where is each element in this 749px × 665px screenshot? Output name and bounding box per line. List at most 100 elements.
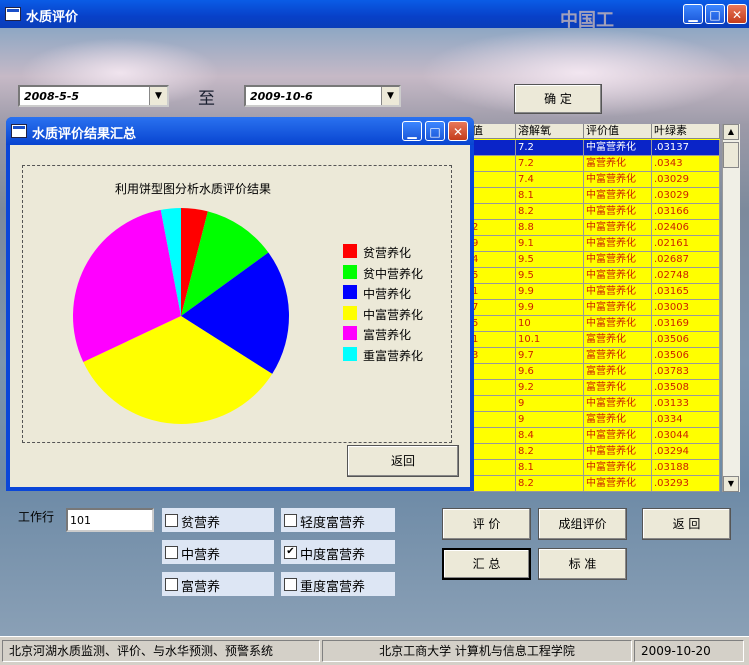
table-cell[interactable]: 7.2 xyxy=(516,140,584,156)
table-cell[interactable]: 中富营养化 xyxy=(584,428,652,444)
dialog-return-button[interactable]: 返回 xyxy=(347,445,459,477)
table-cell[interactable] xyxy=(470,204,516,220)
table-cell[interactable]: 9.7 xyxy=(516,348,584,364)
back-button[interactable]: 返 回 xyxy=(642,508,731,540)
table-row[interactable]: 1 10.1 富营养化 .03506 xyxy=(470,332,720,348)
table-cell[interactable]: 中富营养化 xyxy=(584,252,652,268)
table-cell[interactable] xyxy=(470,364,516,380)
table-cell[interactable]: .03029 xyxy=(652,188,720,204)
table-cell[interactable]: 中富营养化 xyxy=(584,204,652,220)
date-from-combo[interactable]: 2008-5-5 ▼ xyxy=(18,85,169,107)
table-row[interactable]: 8.2 中富营养化 .03166 xyxy=(470,204,720,220)
checkbox-box[interactable] xyxy=(284,578,297,591)
table-cell[interactable]: 富营养化 xyxy=(584,380,652,396)
table-row[interactable]: 2 8.8 中富营养化 .02406 xyxy=(470,220,720,236)
table-cell[interactable]: 中富营养化 xyxy=(584,172,652,188)
table-cell[interactable]: 9.2 xyxy=(516,380,584,396)
close-icon[interactable]: ✕ xyxy=(727,4,747,24)
table-cell[interactable]: 7.4 xyxy=(516,172,584,188)
checkbox-poor-nutrient[interactable]: 贫营养 xyxy=(162,508,274,532)
table-cell[interactable]: 8.1 xyxy=(516,460,584,476)
table-cell[interactable]: 中富营养化 xyxy=(584,284,652,300)
table-cell[interactable]: .03044 xyxy=(652,428,720,444)
table-row[interactable]: 5 10 中富营养化 .03169 xyxy=(470,316,720,332)
chevron-down-icon[interactable]: ▼ xyxy=(149,87,167,105)
table-cell[interactable]: .03506 xyxy=(652,348,720,364)
arrow-up-icon[interactable]: ▲ xyxy=(723,124,739,140)
table-row[interactable]: 4 9.5 中富营养化 .02687 xyxy=(470,252,720,268)
table-cell[interactable]: 富营养化 xyxy=(584,332,652,348)
table-cell[interactable]: 富营养化 xyxy=(584,412,652,428)
table-cell[interactable]: .03003 xyxy=(652,300,720,316)
checkbox-moderate-eutrophic[interactable]: ✔ 中度富营养 xyxy=(281,540,395,564)
table-row[interactable]: 9 9.1 中富营养化 .02161 xyxy=(470,236,720,252)
maximize-icon[interactable]: □ xyxy=(425,121,445,141)
table-cell[interactable]: .02161 xyxy=(652,236,720,252)
table-cell[interactable]: 中富营养化 xyxy=(584,476,652,492)
table-cell[interactable]: 9 xyxy=(516,412,584,428)
table-cell[interactable]: .03188 xyxy=(652,460,720,476)
close-icon[interactable]: ✕ xyxy=(448,121,468,141)
checkbox-box[interactable] xyxy=(165,514,178,527)
group-evaluate-button[interactable]: 成组评价 xyxy=(538,508,627,540)
table-cell[interactable] xyxy=(470,156,516,172)
table-cell[interactable]: 9.9 xyxy=(516,300,584,316)
table-cell[interactable]: 5 xyxy=(470,268,516,284)
table-cell[interactable]: 中富营养化 xyxy=(584,300,652,316)
table-cell[interactable] xyxy=(470,428,516,444)
standard-button[interactable]: 标 准 xyxy=(538,548,627,580)
table-cell[interactable]: .02687 xyxy=(652,252,720,268)
checkbox-box[interactable] xyxy=(165,546,178,559)
table-cell[interactable]: 富营养化 xyxy=(584,156,652,172)
scroll-thumb[interactable] xyxy=(723,142,739,168)
minimize-icon[interactable]: ▁ xyxy=(683,4,703,24)
table-row[interactable]: 8.2 中富营养化 .03294 xyxy=(470,444,720,460)
table-cell[interactable]: 7 xyxy=(470,300,516,316)
table-cell[interactable]: .03137 xyxy=(652,140,720,156)
table-cell[interactable]: .02406 xyxy=(652,220,720,236)
dialog-title-bar[interactable]: 水质评价结果汇总 ▁ □ ✕ xyxy=(6,117,474,145)
table-cell[interactable] xyxy=(470,444,516,460)
header-value[interactable]: 值 xyxy=(470,124,516,138)
minimize-icon[interactable]: ▁ xyxy=(402,121,422,141)
table-cell[interactable]: .03293 xyxy=(652,476,720,492)
table-row[interactable]: 9.2 富营养化 .03508 xyxy=(470,380,720,396)
summary-button[interactable]: 汇 总 xyxy=(442,548,531,580)
table-cell[interactable]: 中富营养化 xyxy=(584,396,652,412)
table-cell[interactable]: .0343 xyxy=(652,156,720,172)
table-cell[interactable]: 8.8 xyxy=(516,220,584,236)
table-cell[interactable]: 9.5 xyxy=(516,252,584,268)
data-grid[interactable]: 值 溶解氧 评价值 叶绿素 7.2 中富营养化 .03137 7.2 富营养化 .0343… xyxy=(470,124,720,492)
table-cell[interactable]: 富营养化 xyxy=(584,364,652,380)
table-cell[interactable]: 中富营养化 xyxy=(584,460,652,476)
table-cell[interactable]: .03169 xyxy=(652,316,720,332)
evaluate-button[interactable]: 评 价 xyxy=(442,508,531,540)
work-row-input[interactable]: 101 xyxy=(66,508,154,532)
table-cell[interactable]: 2 xyxy=(470,220,516,236)
header-chlorophyll[interactable]: 叶绿素 xyxy=(652,124,720,138)
table-row[interactable]: 7.2 富营养化 .0343 xyxy=(470,156,720,172)
table-row[interactable]: 7.4 中富营养化 .03029 xyxy=(470,172,720,188)
table-cell[interactable]: 中富营养化 xyxy=(584,268,652,284)
header-dissolved-oxygen[interactable]: 溶解氧 xyxy=(516,124,584,138)
table-cell[interactable]: .03165 xyxy=(652,284,720,300)
table-cell[interactable]: 中富营养化 xyxy=(584,236,652,252)
table-cell[interactable]: 中富营养化 xyxy=(584,188,652,204)
chevron-down-icon[interactable]: ▼ xyxy=(381,87,399,105)
checkbox-mesotrophic[interactable]: 中营养 xyxy=(162,540,274,564)
arrow-down-icon[interactable]: ▼ xyxy=(723,476,739,492)
table-cell[interactable]: 7.2 xyxy=(516,156,584,172)
table-cell[interactable] xyxy=(470,188,516,204)
table-row[interactable]: 7 9.9 中富营养化 .03003 xyxy=(470,300,720,316)
table-cell[interactable]: 9 xyxy=(516,396,584,412)
table-row[interactable]: 5 9.5 中富营养化 .02748 xyxy=(470,268,720,284)
checkbox-eutrophic[interactable]: 富营养 xyxy=(162,572,274,596)
main-title-bar[interactable]: 水质评价 中国工 ▁ □ ✕ xyxy=(0,0,749,31)
checkbox-light-eutrophic[interactable]: 轻度富营养 xyxy=(281,508,395,532)
check-icon[interactable]: ✔ xyxy=(284,546,297,559)
table-cell[interactable]: 4 xyxy=(470,252,516,268)
table-cell[interactable]: 富营养化 xyxy=(584,348,652,364)
table-cell[interactable]: 9.9 xyxy=(516,284,584,300)
table-cell[interactable]: 8.2 xyxy=(516,204,584,220)
header-evaluation[interactable]: 评价值 xyxy=(584,124,652,138)
